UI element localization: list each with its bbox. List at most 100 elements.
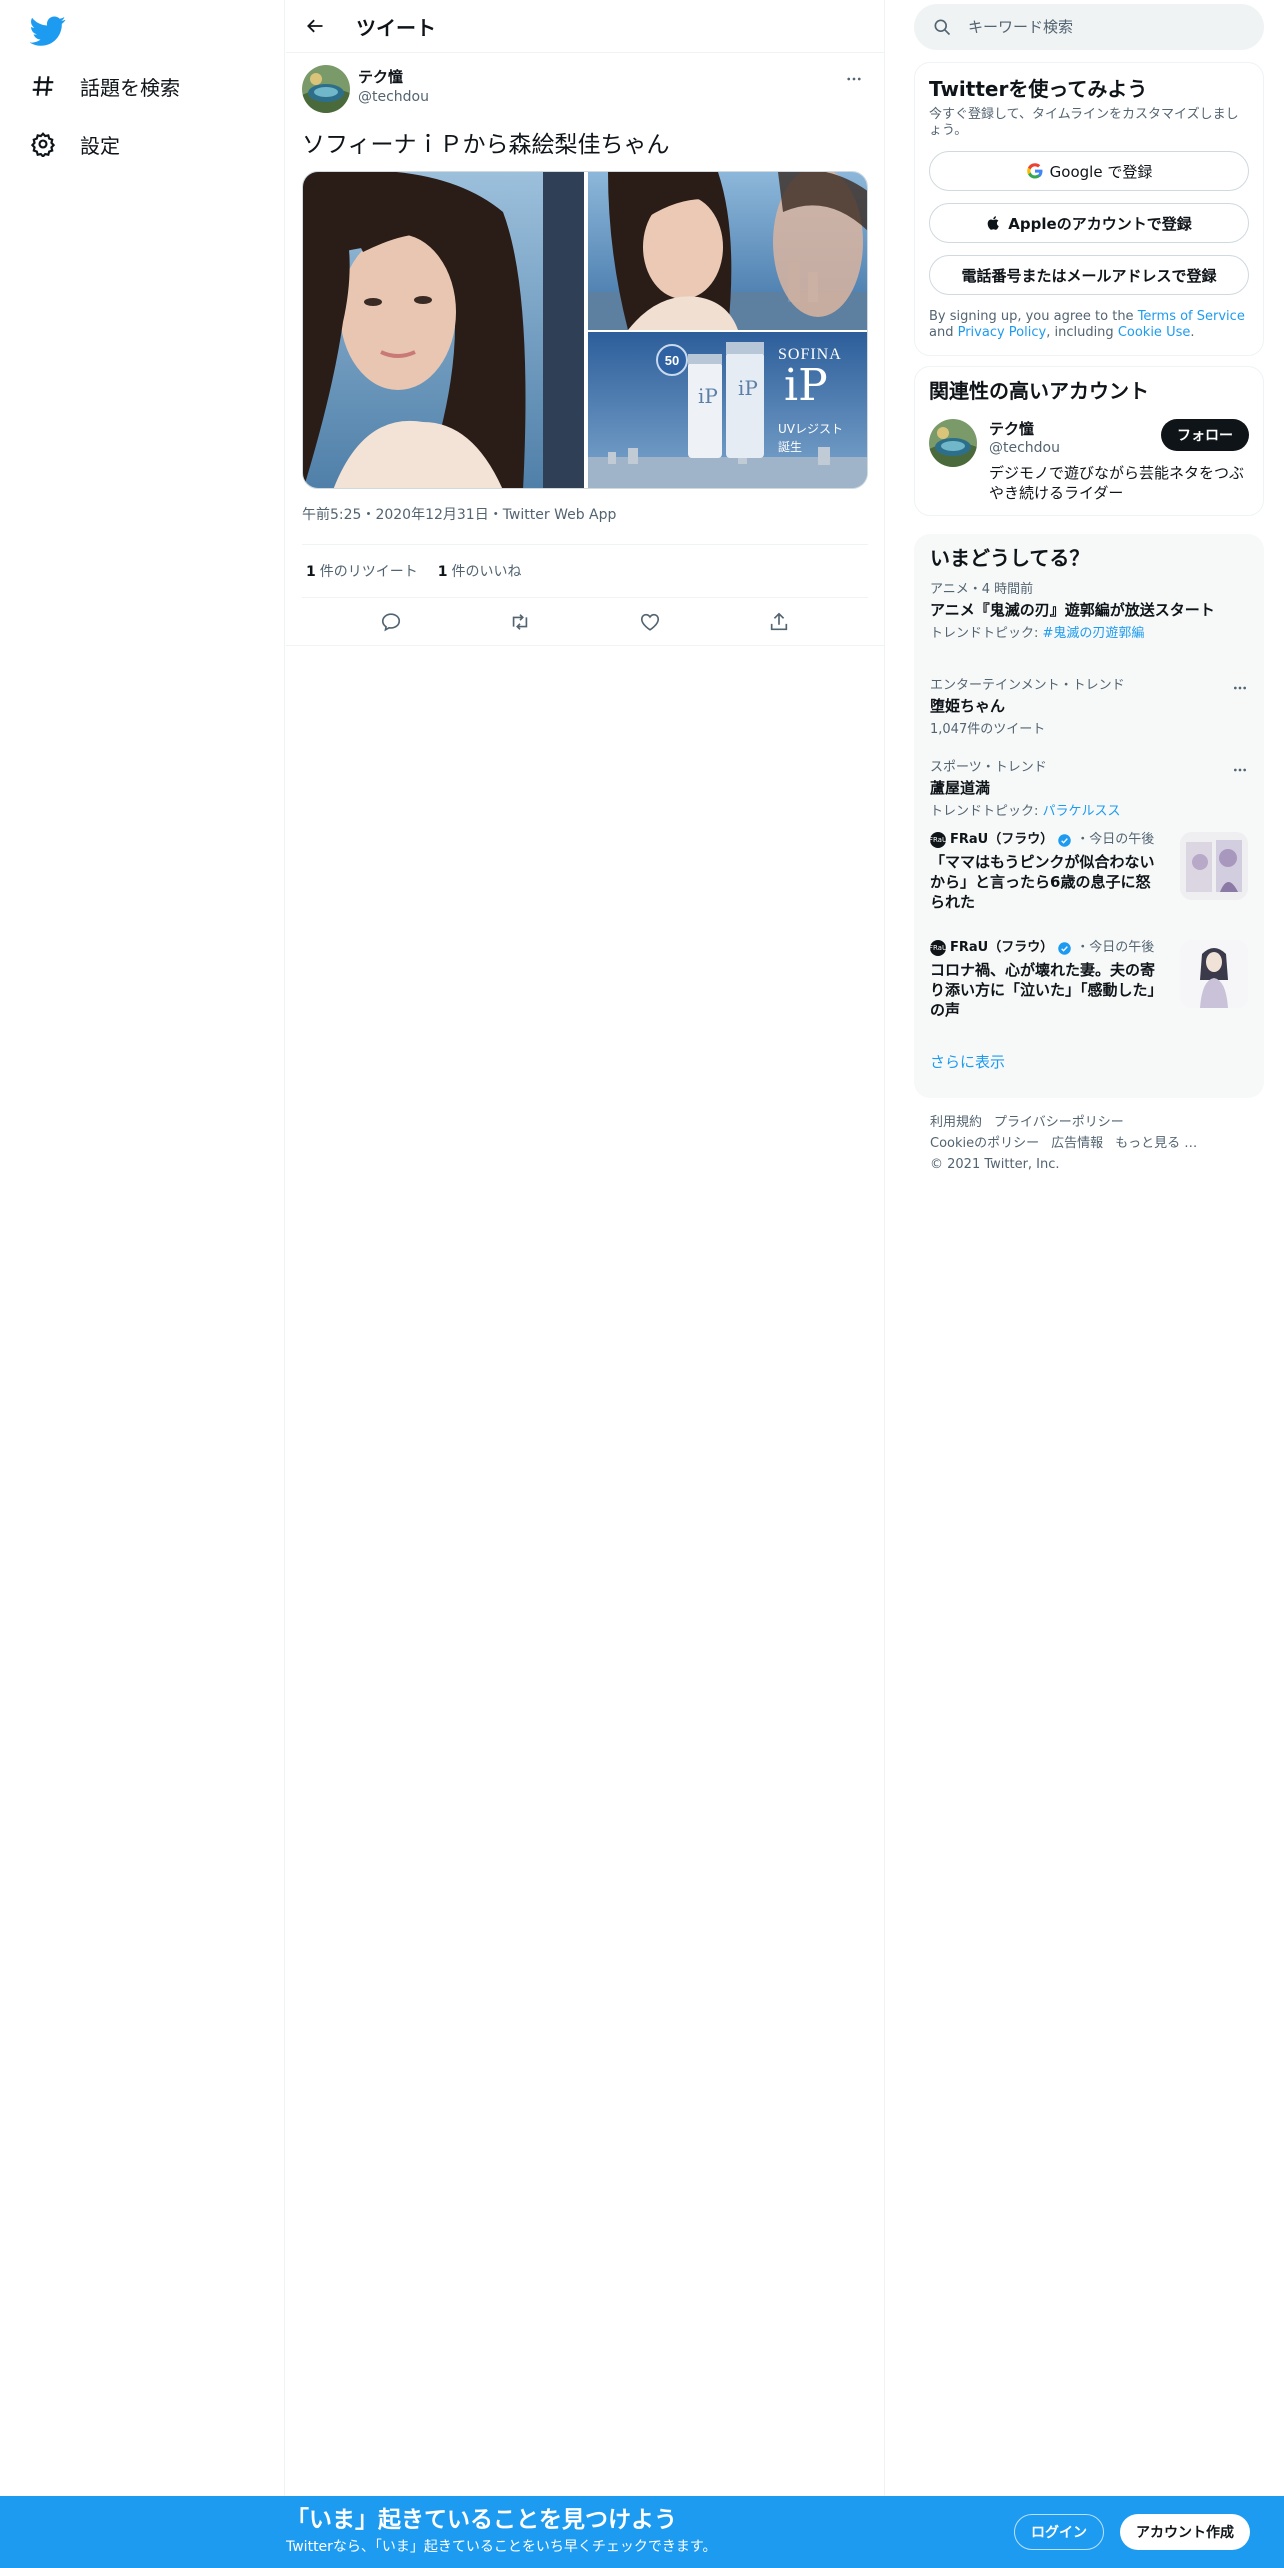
product-label-left: iP [698,384,718,408]
heart-icon [640,613,659,631]
trend-more-button[interactable] [1230,760,1250,780]
nav-explore-label: 話題を検索 [80,75,180,100]
share-button[interactable] [762,605,796,639]
footer-ads-link[interactable]: 広告情報 [1051,1136,1103,1151]
author-handle[interactable]: @techdou [358,87,429,107]
footer-cookie-link[interactable]: Cookieのポリシー [930,1136,1039,1151]
trend-title: アニメ『鬼滅の刃』遊郭編が放送スタート [930,601,1215,619]
apple-icon [987,216,1000,230]
more-horizontal-icon [847,77,861,81]
news-thumbnail [1180,940,1248,1008]
signup-subtitle: 今すぐ登録して、タイムラインをカスタマイズしましょう。 [929,107,1239,138]
reply-icon [381,612,400,631]
tweet-photo-2[interactable] [588,172,867,330]
related-avatar[interactable] [929,419,977,467]
footer-privacy-link[interactable]: プライバシーポリシー [994,1115,1124,1130]
bottom-bar-subtitle: Twitterなら、「いま」起きていることをいち早くチェックできます。 [286,2539,717,2555]
terms-of-service-link[interactable]: Terms of Service [1138,309,1245,324]
trend-title: 蘆屋道満 [930,779,991,797]
news-source-logo: FRaU [929,940,947,956]
trend-topic-link[interactable]: #鬼滅の刃遊郭編 [1043,626,1145,641]
terms-including: , including [1046,325,1118,340]
tweet-more-button[interactable] [840,65,868,93]
trend-footer: トレンドトピック: #鬼滅の刃遊郭編 [930,626,1248,642]
back-button[interactable] [298,9,332,43]
retweets-label: 件のリツイート [319,564,418,580]
trend-context: アニメ・4 時間前 [930,582,1034,597]
tweet-media-grid: 50 iP iP SOFINA iP UVレジスト 誕生 [302,171,868,489]
tweet-photo-3[interactable]: 50 iP iP SOFINA iP UVレジスト 誕生 [588,332,867,488]
signup-card: Twitterを使ってみよう 今すぐ登録して、タイムラインをカスタマイズしましょ… [914,62,1264,356]
trend-more-button[interactable] [1230,678,1250,698]
create-account-button[interactable]: アカウント作成 [1120,2514,1250,2550]
search-icon [934,19,951,36]
news-time: ・今日の午後 [1076,940,1155,955]
news-item[interactable]: FRaU FRaU（フラウ） ・今日の午後 「ママはもうピンクが似合わないから」… [914,832,1264,940]
caption-line-1: UVレジスト [778,422,843,436]
show-more-link[interactable]: さらに表示 [914,1052,1264,1094]
news-time: ・今日の午後 [1076,832,1155,847]
trend-item[interactable]: アニメ・4 時間前 アニメ『鬼滅の刃』遊郭編が放送スタート トレンドトピック: … [914,582,1264,678]
bottom-signup-bar: 「いま」起きていることを見つけよう Twitterなら、「いま」起きていることを… [0,2496,1284,2568]
tweet: テク憧 @techdou ソフィーナｉＰから森絵梨佳ちゃん 50 iP iP S… [286,53,884,646]
left-nav: 話題を検索 設定 [0,0,285,2496]
google-signup-label: Google で登録 [1049,162,1153,181]
follow-button[interactable]: フォロー [1161,419,1249,451]
news-thumbnail [1180,832,1248,900]
trend-context: スポーツ・トレンド [930,760,1047,775]
cookie-use-link[interactable]: Cookie Use [1118,325,1191,340]
tweet-timestamp[interactable]: 午前5:25・2020年12月31日・Twitter Web App [302,505,868,545]
likes-label: 件のいいね [451,564,522,580]
likes-stat[interactable]: 1 件のいいね [438,561,522,581]
trend-footer: 1,047件のツイート [930,722,1046,737]
news-source-logo: FRaU [929,832,947,848]
trend-foot-prefix: トレンドトピック: [930,626,1043,641]
news-title: 「ママはもうピンクが似合わないから」と言ったら6歳の息子に怒られた [930,853,1155,911]
tweet-stats: 1 件のリツイート 1 件のいいね [302,545,868,598]
reply-button[interactable] [374,605,408,639]
tweet-photo-1[interactable] [303,172,584,488]
trend-topic-link[interactable]: パラケルスス [1043,804,1121,819]
news-item[interactable]: FRaU FRaU（フラウ） ・今日の午後 コロナ禍、心が壊れた妻。夫の寄り添い… [914,940,1264,1052]
footer-more-link[interactable]: もっと見る … [1115,1136,1197,1151]
apple-signup-label: Appleのアカウントで登録 [1008,214,1192,233]
page-title: ツイート [356,15,436,40]
google-signup-button[interactable]: Google で登録 [929,151,1249,191]
privacy-policy-link[interactable]: Privacy Policy [958,325,1047,340]
tweet-text: ソフィーナｉＰから森絵梨佳ちゃん [302,132,670,158]
retweet-button[interactable] [503,605,537,639]
news-source-name: FRaU（フラウ） [950,940,1054,955]
search-bar[interactable] [914,4,1264,50]
retweets-stat[interactable]: 1 件のリツイート [306,561,418,581]
verified-badge-icon [1058,833,1071,847]
search-input[interactable] [968,18,1228,36]
author-name[interactable]: テク憧 [358,67,429,87]
right-sidebar: Twitterを使ってみよう 今すぐ登録して、タイムラインをカスタマイズしましょ… [914,0,1264,1175]
footer-terms-link[interactable]: 利用規約 [930,1115,982,1130]
bottom-bar-title: 「いま」起きていることを見つけよう [286,2507,677,2533]
phone-email-signup-button[interactable]: 電話番号またはメールアドレスで登録 [929,255,1249,295]
related-title: 関連性の高いアカウント [929,379,1149,403]
gear-icon [30,132,56,157]
login-button[interactable]: ログイン [1014,2514,1104,2550]
footer-links: 利用規約 プライバシーポリシー Cookieのポリシー 広告情報 もっと見る … © … [914,1098,1264,1175]
likes-count: 1 [437,564,448,580]
nav-explore[interactable]: 話題を検索 [30,64,180,108]
nav-settings[interactable]: 設定 [30,122,120,166]
related-account[interactable]: テク憧 @techdou デジモノで遊びながら芸能ネタをつぶやき続けるライダー … [929,419,1249,503]
page-header: ツイート [286,0,884,53]
apple-signup-button[interactable]: Appleのアカウントで登録 [929,203,1249,243]
news-source: FRaU FRaU（フラウ） ・今日の午後 [929,940,1162,956]
like-button[interactable] [633,605,667,639]
trends-card: いまどうしてる？ アニメ・4 時間前 アニメ『鬼滅の刃』遊郭編が放送スタート ト… [914,534,1264,1098]
avatar[interactable] [302,65,350,113]
retweet-icon [513,613,528,630]
nav-settings-label: 設定 [80,133,120,158]
trend-footer: トレンドトピック: パラケルスス [930,804,1248,820]
twitter-logo-icon[interactable] [29,12,66,48]
trend-foot-prefix: トレンドトピック: [930,804,1043,819]
trend-title: 堕姫ちゃん [930,697,1006,715]
footer-copyright: © 2021 Twitter, Inc. [930,1157,1060,1172]
trend-item[interactable]: スポーツ・トレンド 蘆屋道満 トレンドトピック: パラケルスス [914,760,1264,832]
trend-item[interactable]: エンターテインメント・トレンド 堕姫ちゃん 1,047件のツイート [914,678,1264,760]
